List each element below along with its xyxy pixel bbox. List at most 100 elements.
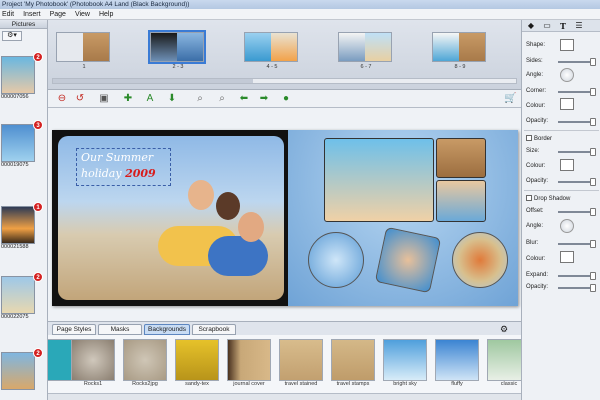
shadow-blur-slider[interactable]	[558, 240, 596, 248]
kids-goggles-photo[interactable]	[324, 138, 434, 222]
menu-help[interactable]: Help	[99, 11, 113, 18]
page-canvas[interactable]: Our Summer holiday 2009	[48, 108, 521, 321]
picture-item[interactable]: 3 000019075	[1, 120, 43, 168]
page-strip: 1 2 - 3 4 - 5 6 - 7 8 - 9	[48, 20, 521, 90]
scrollbar-thumb[interactable]	[53, 79, 253, 83]
border-checkbox[interactable]: Border	[526, 135, 552, 142]
background-item[interactable]: travel stained	[278, 339, 324, 387]
opacity-slider[interactable]	[558, 118, 596, 126]
background-item[interactable]: travel stamps	[330, 339, 376, 387]
picture-caption: 000022075	[1, 314, 29, 320]
shape-colour-swatch[interactable]	[560, 98, 574, 110]
back-arrow-icon[interactable]: ⬅	[238, 93, 250, 105]
forward-arrow-icon[interactable]: ➡	[258, 93, 270, 105]
print-icon[interactable]: ▣	[98, 93, 110, 105]
import-icon[interactable]: ⬇	[166, 93, 178, 105]
page-strip-scrollbar[interactable]	[52, 78, 517, 84]
toolbar: ⊖ ↺ ▣ ✚ A ⬇ ⌕ ⌕ ⬅ ➡ ● 🛒	[48, 90, 521, 108]
picture-thumbnail	[1, 352, 35, 390]
shadow-expand-slider[interactable]	[558, 272, 596, 280]
picture-item[interactable]: 2 000022075	[1, 272, 43, 320]
shadow-colour-swatch[interactable]	[560, 251, 574, 263]
shadow-opacity-slider[interactable]	[558, 284, 596, 292]
background-item[interactable]: Rocks2jpg	[122, 339, 168, 387]
shadow-offset-slider[interactable]	[558, 208, 596, 216]
text-tab-icon[interactable]: T	[556, 21, 570, 31]
gear-icon[interactable]: ⚙	[500, 324, 508, 334]
title-line-1: Our Summer	[81, 151, 154, 164]
usage-badge: 1	[33, 202, 43, 212]
picture-item[interactable]: 2	[1, 348, 43, 390]
background-item[interactable]: fluffy	[434, 339, 480, 387]
page-label: 4 - 5	[266, 64, 278, 70]
angle-dial[interactable]	[560, 68, 574, 82]
pictures-header: Pictures	[0, 20, 47, 29]
page-spread: Our Summer holiday 2009	[52, 130, 518, 306]
menu-page[interactable]: Page	[50, 11, 66, 18]
picture-item[interactable]: 1 000021588	[1, 202, 43, 250]
diver-photo[interactable]	[374, 226, 442, 294]
left-page[interactable]: Our Summer holiday 2009	[52, 130, 288, 306]
frame-tab-icon[interactable]: ▭	[540, 21, 554, 31]
undo-icon[interactable]: ↺	[74, 93, 86, 105]
photo-collage[interactable]	[324, 138, 486, 222]
menu-insert[interactable]: Insert	[23, 11, 41, 18]
title-text-box[interactable]: Our Summer holiday 2009	[76, 148, 171, 186]
shopping-cart-icon[interactable]: 🛒	[504, 93, 516, 105]
border-colour-swatch[interactable]	[560, 159, 574, 171]
background-item[interactable]: sandy-tex	[174, 339, 220, 387]
background-item[interactable]: journal cover	[226, 339, 272, 387]
title-line-2: holiday 2009	[81, 167, 156, 180]
pictures-options-button[interactable]: ⚙▾	[2, 31, 22, 41]
starfish-photo[interactable]	[452, 232, 508, 288]
layout-tab-icon[interactable]: ☰	[572, 21, 586, 31]
right-page[interactable]	[288, 130, 518, 306]
tab-masks[interactable]: Masks	[98, 324, 142, 335]
picture-caption: 000007056	[1, 94, 29, 100]
jumping-girl-circle[interactable]	[308, 232, 364, 288]
shadow-angle-dial[interactable]	[560, 219, 574, 233]
delete-icon[interactable]: ⊖	[56, 93, 68, 105]
title-year: 2009	[125, 167, 156, 180]
florida-sand-photo[interactable]	[436, 138, 486, 178]
page-thumb-6-7[interactable]	[338, 32, 392, 62]
order-icon[interactable]: ●	[280, 93, 292, 105]
add-image-icon[interactable]: ✚	[122, 93, 134, 105]
page-thumb-2-3[interactable]	[148, 30, 206, 64]
usage-badge: 2	[33, 52, 43, 62]
window-title: Project 'My Photobook' (Photobook A4 Lan…	[0, 0, 600, 9]
menu-view[interactable]: View	[75, 11, 90, 18]
family-beach-photo[interactable]: Our Summer holiday 2009	[58, 136, 284, 300]
background-item[interactable]: classic	[486, 339, 521, 387]
page-label: 6 - 7	[360, 64, 372, 70]
girl-goggles-photo[interactable]	[436, 180, 486, 222]
add-text-icon[interactable]: A	[144, 93, 156, 105]
corner-slider[interactable]	[558, 88, 596, 96]
tab-scrapbook[interactable]: Scrapbook	[192, 324, 236, 335]
background-item[interactable]: bright sky	[382, 339, 428, 387]
drop-shadow-checkbox[interactable]: Drop Shadow	[526, 195, 570, 202]
pictures-panel: Pictures ⚙▾ 2 000007056 3 000019075 1 00…	[0, 20, 48, 400]
picture-item[interactable]: 2 000007056	[1, 52, 43, 100]
border-opacity-slider[interactable]	[558, 178, 596, 186]
zoom-out-icon[interactable]: ⌕	[216, 93, 228, 105]
border-size-slider[interactable]	[558, 148, 596, 156]
page-thumb-4-5[interactable]	[244, 32, 298, 62]
shape-selector[interactable]	[560, 39, 574, 51]
usage-badge: 3	[33, 120, 43, 130]
library-tabs: Page Styles Masks Backgrounds Scrapbook …	[48, 321, 521, 335]
shape-tab-icon[interactable]: ◆	[524, 21, 538, 31]
backgrounds-scrollbar[interactable]	[48, 393, 521, 400]
page-label: 8 - 9	[454, 64, 466, 70]
page-thumb-1[interactable]	[56, 32, 110, 62]
page-thumb-8-9[interactable]	[432, 32, 486, 62]
menu-edit[interactable]: Edit	[2, 11, 14, 18]
usage-badge: 2	[33, 348, 43, 358]
properties-panel: ◆ ▭ T ☰ Shape: Sides: Angle: Corner: Col…	[521, 20, 600, 400]
tab-page-styles[interactable]: Page Styles	[52, 324, 96, 335]
page-label: 1	[82, 64, 86, 70]
zoom-in-icon[interactable]: ⌕	[194, 93, 206, 105]
tab-backgrounds[interactable]: Backgrounds	[144, 324, 190, 335]
background-item[interactable]: Rocks1	[70, 339, 116, 387]
sides-slider[interactable]	[558, 58, 596, 66]
